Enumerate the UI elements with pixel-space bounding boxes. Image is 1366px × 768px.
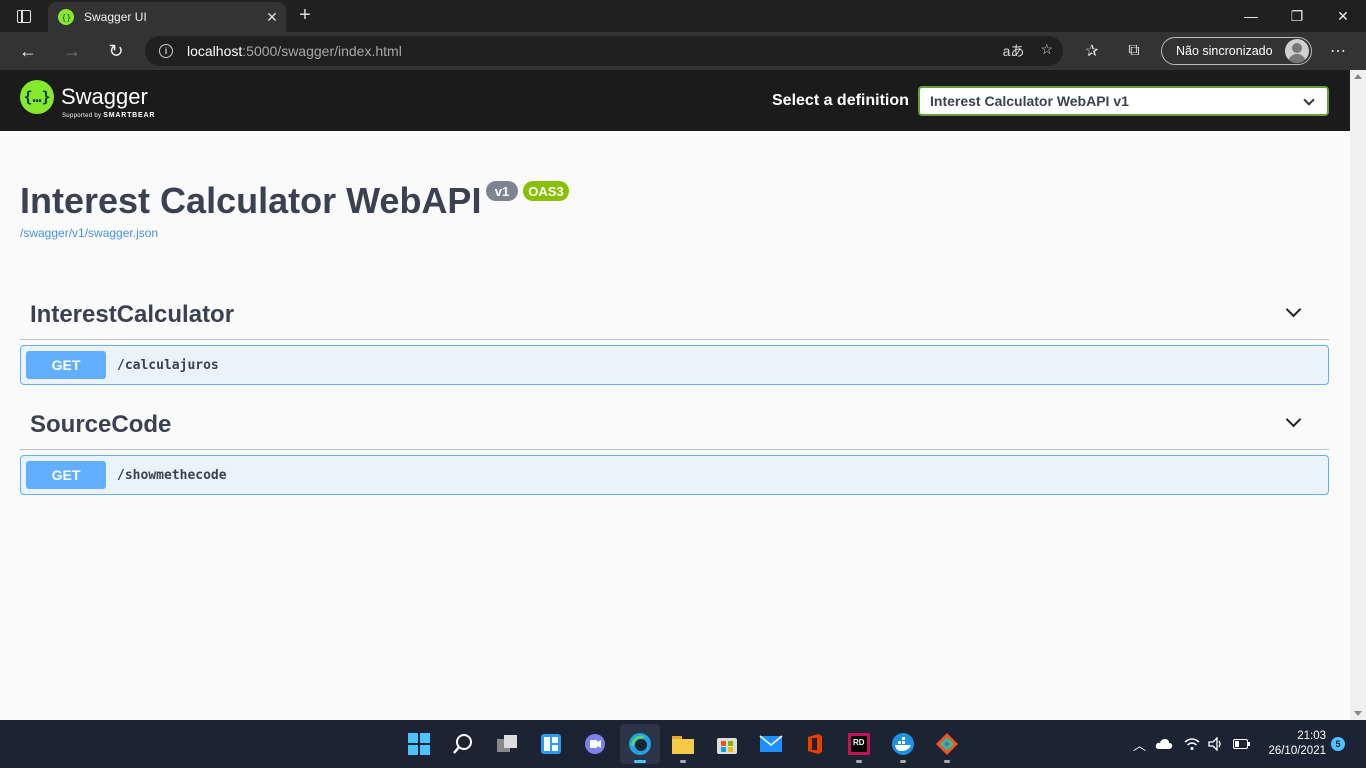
swagger-logo-subtitle: Supported by SMARTBEAR xyxy=(62,112,156,119)
favorites-icon[interactable]: ✰ xyxy=(1076,36,1108,66)
collections-icon[interactable]: ⧉ xyxy=(1118,36,1150,66)
tag-name: InterestCalculator xyxy=(30,300,235,328)
tag-section-interestcalculator: InterestCalculator GET /calculajuros xyxy=(20,290,1329,385)
clock-date: 26/10/2021 xyxy=(1268,745,1326,757)
scroll-down-icon[interactable] xyxy=(1354,711,1362,716)
clock-time: 21:03 xyxy=(1297,730,1326,742)
notification-badge[interactable]: 5 xyxy=(1331,737,1345,751)
oas-badge: OAS3 xyxy=(523,181,569,201)
mail-icon[interactable] xyxy=(751,724,791,764)
new-tab-button[interactable]: + xyxy=(292,4,318,28)
definition-select[interactable]: Interest Calculator WebAPI v1 xyxy=(918,86,1329,116)
refresh-button[interactable]: ↻ xyxy=(100,36,132,66)
show-hidden-icons[interactable]: ︿ xyxy=(1133,720,1146,768)
svg-text:RD: RD xyxy=(853,738,865,747)
start-icon[interactable] xyxy=(399,724,439,764)
minimize-button[interactable]: — xyxy=(1228,0,1274,32)
tab-swagger-ui[interactable]: {} Swagger UI ✕ xyxy=(48,2,286,32)
restore-button[interactable]: ❐ xyxy=(1274,0,1320,32)
tab-actions-icon[interactable] xyxy=(8,4,40,28)
scroll-up-icon[interactable] xyxy=(1354,74,1362,79)
profile-button[interactable]: Não sincronizado xyxy=(1161,37,1312,65)
api-title: Interest Calculator WebAPI xyxy=(20,180,482,221)
profile-label: Não sincronizado xyxy=(1176,44,1273,58)
tag-header[interactable]: InterestCalculator xyxy=(20,290,1329,340)
tab-close-icon[interactable]: ✕ xyxy=(258,9,286,26)
spec-json-link[interactable]: /swagger/v1/swagger.json xyxy=(20,226,158,240)
tab-title: Swagger UI xyxy=(84,10,147,24)
swagger-logo-icon[interactable]: {…} xyxy=(20,80,54,114)
chevron-down-icon xyxy=(1303,94,1315,106)
read-aloud-icon[interactable]: aあ xyxy=(1003,41,1025,61)
store-icon[interactable] xyxy=(707,724,747,764)
system-clock[interactable]: 21:03 26/10/2021 xyxy=(1264,729,1326,759)
docker-icon[interactable] xyxy=(883,724,923,764)
onedrive-icon[interactable] xyxy=(1155,720,1173,768)
chat-icon[interactable] xyxy=(575,724,615,764)
address-bar[interactable]: i localhost:5000/swagger/index.html aあ ☆ xyxy=(145,36,1063,66)
browser-toolbar: ← → ↻ i localhost:5000/swagger/index.htm… xyxy=(0,32,1366,70)
operation-path: /showmethecode xyxy=(117,467,227,483)
back-button[interactable]: ← xyxy=(12,36,44,66)
windows-taskbar: RD ︿ 21:03 26/10/2021 xyxy=(0,720,1366,768)
forward-button[interactable]: → xyxy=(56,36,88,66)
close-window-button[interactable]: ✕ xyxy=(1320,0,1366,32)
operation-path: /calculajuros xyxy=(117,357,219,373)
operation-get-showmethecode[interactable]: GET /showmethecode xyxy=(20,455,1329,495)
tag-name: SourceCode xyxy=(30,410,172,438)
volume-icon[interactable] xyxy=(1208,720,1224,768)
site-info-icon[interactable]: i xyxy=(159,44,173,58)
avatar xyxy=(1285,39,1309,63)
wifi-icon[interactable] xyxy=(1184,720,1200,768)
chevron-down-icon[interactable] xyxy=(1285,301,1302,318)
method-badge: GET xyxy=(26,461,106,489)
task-view-icon[interactable] xyxy=(487,724,527,764)
edge-icon[interactable] xyxy=(620,724,660,764)
operation-get-calculajuros[interactable]: GET /calculajuros xyxy=(20,345,1329,385)
office-icon[interactable] xyxy=(795,724,835,764)
rider-icon[interactable]: RD xyxy=(839,724,879,764)
tag-section-sourcecode: SourceCode GET /showmethecode xyxy=(20,400,1329,495)
version-badge: v1 xyxy=(486,181,518,201)
definition-label: Select a definition xyxy=(772,92,909,109)
more-options-icon[interactable]: ⋯ xyxy=(1322,36,1354,66)
swagger-topbar: {…} Swagger Supported by SMARTBEAR Selec… xyxy=(0,70,1350,131)
file-explorer-icon[interactable] xyxy=(663,724,703,764)
battery-icon[interactable] xyxy=(1233,720,1251,768)
definition-selected-value: Interest Calculator WebAPI v1 xyxy=(930,93,1129,109)
widgets-icon[interactable] xyxy=(531,724,571,764)
search-icon[interactable] xyxy=(443,724,483,764)
swagger-logo-text: Swagger xyxy=(61,84,148,109)
page-scrollbar[interactable] xyxy=(1350,70,1366,720)
tag-header[interactable]: SourceCode xyxy=(20,400,1329,450)
method-badge: GET xyxy=(26,351,106,379)
browser-titlebar: {} Swagger UI ✕ + — ❐ ✕ xyxy=(0,0,1366,32)
url-host: localhost xyxy=(187,43,243,59)
git-client-icon[interactable] xyxy=(927,724,967,764)
add-favorite-icon[interactable]: ☆ xyxy=(1040,41,1053,61)
swagger-favicon-icon: {} xyxy=(58,9,74,25)
svg-text:{}: {} xyxy=(62,13,72,22)
url-path: :5000/swagger/index.html xyxy=(242,43,402,59)
chevron-down-icon[interactable] xyxy=(1285,411,1302,428)
